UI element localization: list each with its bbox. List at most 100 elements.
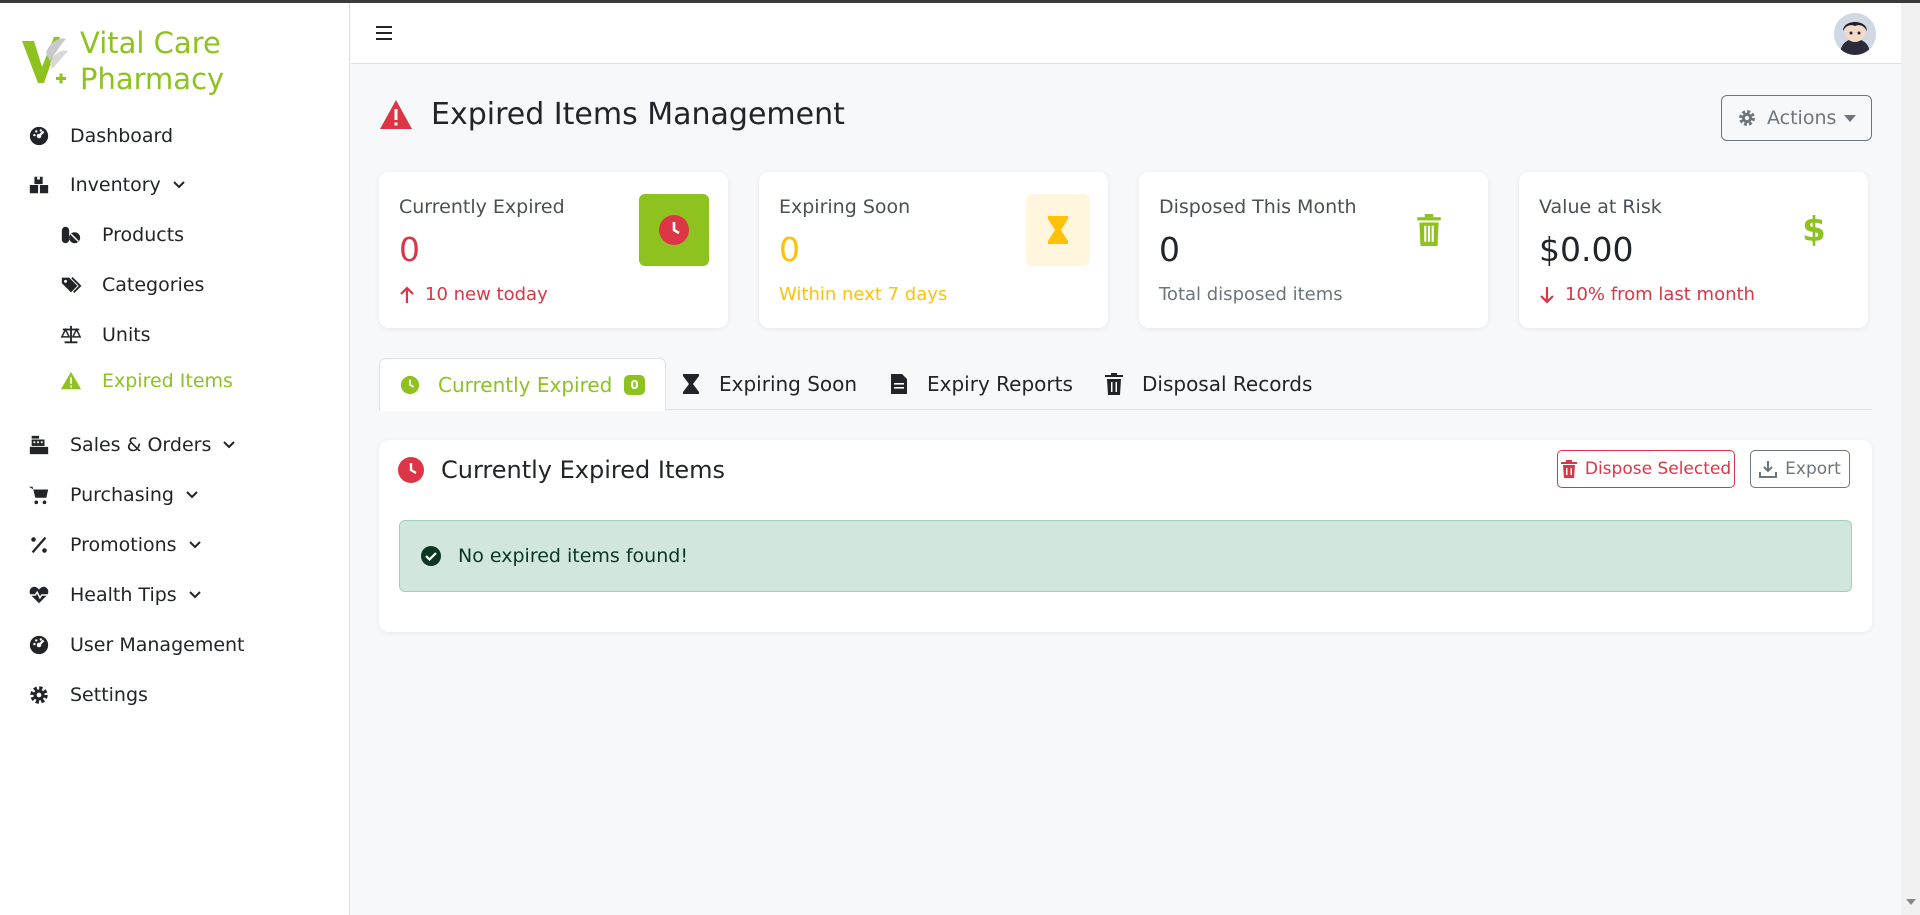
boxes-icon: [28, 173, 56, 197]
stat-value: 0: [1159, 230, 1180, 269]
chevron-down-icon: [173, 181, 185, 189]
stat-subtext: 10 new today: [399, 284, 548, 305]
check-circle-icon: [421, 546, 441, 566]
brand-name-line1: Vital Care: [80, 26, 221, 60]
sidebar-item-label: User Management: [70, 634, 245, 656]
sidebar-item-purchasing[interactable]: Purchasing: [28, 479, 200, 511]
stat-value: $0.00: [1539, 230, 1634, 269]
page-title-text: Expired Items Management: [431, 97, 845, 132]
brand-logo[interactable]: Vital Care Pharmacy: [20, 25, 224, 97]
empty-state-alert: No expired items found!: [399, 520, 1852, 592]
gauge-icon: [28, 633, 56, 657]
clock-icon: [398, 457, 424, 483]
clock-icon: [639, 194, 709, 266]
actions-dropdown-button[interactable]: Actions: [1721, 95, 1872, 141]
sidebar-item-label: Promotions: [70, 534, 177, 556]
chevron-down-icon: [188, 541, 201, 549]
top-navbar: [351, 3, 1901, 64]
actions-label: Actions: [1767, 107, 1837, 129]
stat-subtext: Within next 7 days: [779, 284, 948, 305]
logo-icon: [22, 37, 68, 84]
stat-subtext: 10% from last month: [1539, 284, 1755, 305]
sidebar-item-label: Expired Items: [102, 370, 233, 392]
sidebar-item-label: Settings: [70, 684, 148, 706]
chevron-down-icon: [223, 441, 236, 449]
sidebar-item-label: Health Tips: [70, 584, 177, 606]
sidebar-item-settings[interactable]: Settings: [28, 679, 148, 711]
stat-label: Disposed This Month: [1159, 196, 1357, 218]
chevron-down-icon: [186, 491, 198, 499]
sidebar-item-label: Purchasing: [70, 484, 174, 506]
brand-name-line2: Pharmacy: [80, 62, 225, 96]
stat-card-expiring-soon: Expiring Soon 0 Within next 7 days: [759, 172, 1108, 328]
page-scrollbar[interactable]: [1901, 3, 1920, 915]
sidebar-item-label: Sales & Orders: [70, 434, 212, 456]
sidebar-item-categories[interactable]: Categories: [60, 269, 204, 301]
sidebar-item-expired-items[interactable]: Expired Items: [60, 365, 233, 397]
stat-card-currently-expired: Currently Expired 0 10 new today: [379, 172, 728, 328]
tab-label: Expiry Reports: [927, 372, 1073, 396]
sidebar-item-health-tips[interactable]: Health Tips: [28, 579, 203, 611]
hourglass-icon: [683, 374, 699, 394]
sidebar-item-dashboard[interactable]: Dashboard: [28, 120, 173, 152]
tab-count-badge: 0: [624, 374, 645, 395]
percent-icon: [28, 533, 56, 557]
tab-expiry-reports[interactable]: Expiry Reports: [889, 358, 1073, 410]
menu-toggle-icon[interactable]: [376, 25, 394, 41]
caret-down-icon: [1844, 114, 1857, 122]
panel-title: Currently Expired Items: [397, 456, 725, 484]
scroll-down-arrow-icon[interactable]: [1906, 899, 1916, 905]
page-title: Expired Items Management: [379, 97, 845, 132]
scale-icon: [60, 323, 88, 347]
sidebar-item-label: Categories: [102, 274, 205, 296]
cash-register-icon: [28, 433, 56, 457]
dollar-icon: $: [1802, 210, 1826, 250]
hourglass-icon: [1026, 194, 1090, 266]
stat-label: Expiring Soon: [779, 196, 911, 218]
arrow-up-icon: [400, 285, 414, 303]
tab-label: Expiring Soon: [719, 372, 858, 396]
sidebar-item-user-management[interactable]: User Management: [28, 629, 245, 661]
tab-bar: Currently Expired 0 Expiring Soon Expiry…: [379, 358, 1872, 411]
dispose-selected-button[interactable]: Dispose Selected: [1557, 450, 1735, 488]
heart-pulse-icon: [28, 583, 56, 607]
cart-icon: [28, 483, 56, 507]
arrow-down-icon: [1540, 286, 1554, 304]
warning-icon: [380, 99, 412, 129]
sidebar-item-label: Dashboard: [70, 125, 174, 147]
gear-icon: [1739, 110, 1755, 126]
trash-icon: [1105, 373, 1123, 395]
stat-value: 0: [779, 230, 800, 269]
sidebar-item-units[interactable]: Units: [60, 319, 151, 351]
gear-icon: [28, 683, 56, 707]
stat-card-disposed-this-month: Disposed This Month 0 Total disposed ite…: [1139, 172, 1488, 328]
sidebar-item-promotions[interactable]: Promotions: [28, 529, 203, 561]
empty-state-message: No expired items found!: [458, 545, 688, 567]
tab-expiring-soon[interactable]: Expiring Soon: [681, 358, 857, 410]
download-icon: [1759, 461, 1778, 478]
gauge-icon: [28, 124, 56, 148]
export-label: Export: [1785, 459, 1841, 479]
main-content: Expired Items Management Actions Current…: [351, 64, 1901, 915]
stat-subtext: Total disposed items: [1159, 284, 1343, 305]
dispose-label: Dispose Selected: [1584, 459, 1732, 479]
tab-disposal-records[interactable]: Disposal Records: [1104, 358, 1312, 410]
sidebar-item-products[interactable]: Products: [60, 219, 184, 251]
tags-icon: [60, 273, 88, 297]
expired-items-panel: Currently Expired Items Dispose Selected…: [379, 440, 1872, 632]
stat-card-value-at-risk: Value at Risk $0.00 10% from last month …: [1519, 172, 1868, 328]
tab-currently-expired[interactable]: Currently Expired 0: [379, 358, 666, 411]
sidebar-item-label: Units: [102, 324, 151, 346]
pills-icon: [60, 223, 88, 247]
chevron-down-icon: [188, 591, 201, 599]
stat-label: Currently Expired: [399, 196, 565, 218]
stat-subtext-label: 10% from last month: [1565, 284, 1755, 305]
trash-icon: [1394, 194, 1464, 266]
export-button[interactable]: Export: [1750, 450, 1850, 488]
sidebar-item-sales-orders[interactable]: Sales & Orders: [28, 429, 237, 461]
sidebar-item-inventory[interactable]: Inventory: [28, 169, 187, 201]
avatar[interactable]: [1834, 13, 1876, 55]
tab-label: Disposal Records: [1142, 372, 1313, 396]
sidebar-item-label: Products: [102, 224, 185, 246]
tab-label: Currently Expired: [438, 372, 613, 397]
